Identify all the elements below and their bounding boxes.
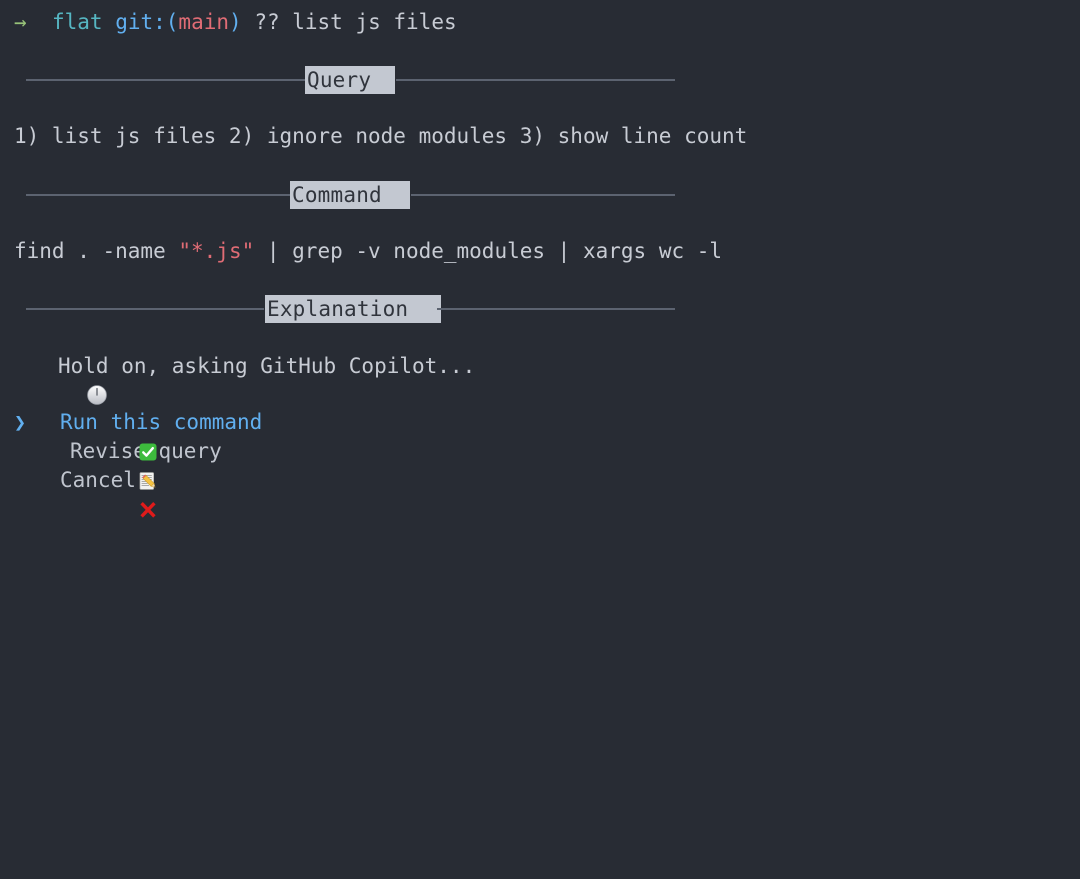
command-text-string: "*.js" bbox=[178, 239, 255, 263]
prompt-space-2 bbox=[103, 10, 116, 34]
section-rule-command: Command bbox=[0, 180, 1080, 210]
memo-icon bbox=[36, 441, 156, 490]
section-rule-query: Query bbox=[0, 65, 1080, 95]
command-text-after: | grep -v node_modules | xargs wc -l bbox=[254, 239, 723, 263]
menu-pointer-placeholder: ❯ bbox=[14, 437, 36, 466]
section-rule-explanation: Explanation bbox=[0, 294, 1080, 324]
status-text: Hold on, asking GitHub Copilot... bbox=[58, 354, 476, 378]
rule-line-left bbox=[26, 194, 290, 196]
command-body-text: find . -name "*.js" | grep -v node_modul… bbox=[14, 237, 722, 266]
status-row: Hold on, asking GitHub Copilot... bbox=[14, 352, 476, 405]
clock-twelve-oclock-icon bbox=[14, 356, 108, 405]
section-label-command: Command bbox=[290, 181, 410, 209]
rule-line-right bbox=[437, 308, 675, 310]
rule-line-left bbox=[26, 308, 264, 310]
prompt-arrow-icon: → bbox=[14, 10, 27, 34]
command-text-before: find . -name bbox=[14, 239, 179, 263]
cross-mark-icon bbox=[36, 470, 156, 518]
prompt-space-3 bbox=[242, 10, 255, 34]
menu-pointer-placeholder: ❯ bbox=[14, 466, 36, 495]
section-label-explanation: Explanation bbox=[265, 295, 441, 323]
menu-item-label: Run this command bbox=[60, 410, 263, 434]
rule-line-right bbox=[411, 194, 675, 196]
prompt-paren-close: ) bbox=[229, 10, 242, 34]
terminal-window: → flat git:(main) ?? list js files Query… bbox=[0, 0, 1080, 879]
prompt-command-text: ?? list js files bbox=[254, 10, 457, 34]
white-heavy-check-mark-icon bbox=[36, 412, 157, 460]
prompt-git-branch: main bbox=[178, 10, 229, 34]
query-body-text: 1) list js files 2) ignore node modules … bbox=[14, 124, 748, 148]
rule-line-left bbox=[26, 79, 305, 81]
menu-selection-pointer-icon: ❯ bbox=[14, 410, 27, 434]
prompt-directory: flat bbox=[51, 10, 103, 34]
section-label-query: Query bbox=[305, 66, 395, 94]
prompt-paren-open: ( bbox=[165, 10, 179, 34]
rule-line-right bbox=[396, 79, 675, 81]
action-menu: ❯ Run this command ❯ bbox=[14, 408, 263, 518]
prompt-git-keyword: git: bbox=[115, 10, 166, 34]
shell-prompt-line: → flat git:(main) ?? list js files bbox=[14, 8, 457, 37]
menu-item-run-this-command[interactable]: ❯ Run this command bbox=[14, 408, 263, 460]
prompt-space-1 bbox=[27, 10, 52, 34]
